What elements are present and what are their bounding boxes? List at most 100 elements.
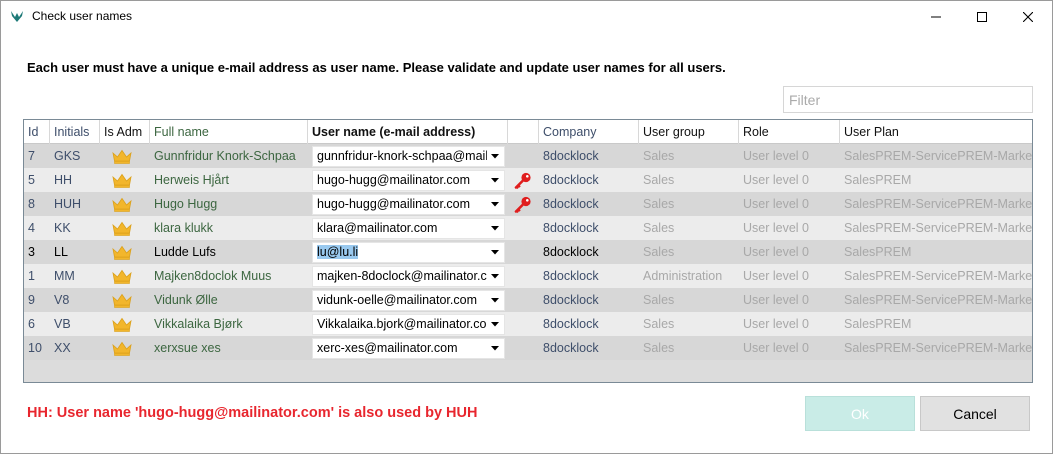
dropdown-button[interactable] [489, 339, 501, 358]
column-header-user-plan[interactable]: User Plan [840, 120, 1032, 144]
cell-is-admin [100, 144, 150, 168]
table-row[interactable]: 1 MM Majken8doclok Muus majken-8doclock@mai… [24, 264, 1032, 288]
table-row[interactable]: 9 V8 Vidunk Ølle vidunk-oelle@mailinator.co… [24, 288, 1032, 312]
cell-user-name: gunnfridur-knork-schpaa@mailinator.com [308, 144, 508, 168]
crown-icon [112, 245, 132, 260]
crown-icon [112, 317, 132, 332]
user-name-value[interactable]: lu@lu.li [317, 243, 487, 262]
dropdown-button[interactable] [489, 147, 501, 166]
user-name-value[interactable]: klara@mailinator.com [317, 219, 487, 238]
cell-id: 6 [28, 317, 35, 331]
column-header-full-name[interactable]: Full name [150, 120, 308, 144]
cell-user-group: Sales [643, 317, 675, 331]
window-title: Check user names [32, 9, 133, 23]
cell-user-plan: SalesPREM-ServicePREM-MarketingPREM [844, 341, 1032, 355]
close-icon [1023, 11, 1033, 22]
column-header-initials[interactable]: Initials [50, 120, 100, 144]
cell-is-admin [100, 288, 150, 312]
user-name-combobox[interactable]: gunnfridur-knork-schpaa@mailinator.com [312, 146, 505, 167]
cell-is-admin [100, 264, 150, 288]
filter-input[interactable] [783, 86, 1033, 113]
cell-warning [508, 336, 539, 360]
cell-user-name: hugo-hugg@mailinator.com [308, 168, 508, 192]
user-name-combobox[interactable]: vidunk-oelle@mailinator.com [312, 290, 505, 311]
cell-role: User level 0 [743, 173, 809, 187]
user-name-value[interactable]: gunnfridur-knork-schpaa@mailinator.com [317, 147, 487, 166]
column-header-company[interactable]: Company [539, 120, 639, 144]
table-row[interactable]: 5 HH Herweis Hjårt hugo-hugg@mailinator.com… [24, 168, 1032, 192]
minimize-button[interactable] [913, 1, 959, 32]
dropdown-button[interactable] [489, 267, 501, 286]
cell-company: 8docklock [543, 245, 599, 259]
user-name-combobox[interactable]: klara@mailinator.com [312, 218, 505, 239]
table-row[interactable]: 10 XX xerxsue xes xerc-xes@mailinator.com 8d… [24, 336, 1032, 360]
cell-role: User level 0 [743, 293, 809, 307]
dropdown-button[interactable] [489, 171, 501, 190]
cell-company: 8docklock [543, 269, 599, 283]
table-row[interactable]: 7 GKS Gunnfridur Knork-Schpaa gunnfridur-kn… [24, 144, 1032, 168]
cell-full-name: Herweis Hjårt [154, 173, 230, 187]
column-header-warning[interactable] [508, 120, 539, 144]
user-name-text: lu@lu.li [317, 245, 359, 259]
user-name-combobox[interactable]: xerc-xes@mailinator.com [312, 338, 505, 359]
maximize-button[interactable] [959, 1, 1005, 32]
user-name-value[interactable]: xerc-xes@mailinator.com [317, 339, 487, 358]
cell-user-group: Sales [643, 341, 675, 355]
close-button[interactable] [1005, 1, 1051, 32]
cell-warning [508, 312, 539, 336]
column-header-is-admin[interactable]: Is Adm [100, 120, 150, 144]
user-name-value[interactable]: hugo-hugg@mailinator.com [317, 171, 487, 190]
column-header-user-name[interactable]: User name (e-mail address) [308, 120, 508, 144]
table-row[interactable]: 6 VB Vikkalaika Bjørk Vikkalaika.bjork@mail… [24, 312, 1032, 336]
cell-company: 8docklock [543, 149, 599, 163]
user-name-value[interactable]: Vikkalaika.bjork@mailinator.com [317, 315, 487, 334]
dropdown-button[interactable] [489, 243, 501, 262]
dropdown-button[interactable] [489, 291, 501, 310]
chevron-down-icon [491, 154, 499, 159]
cell-company: 8docklock [543, 317, 599, 331]
user-name-combobox[interactable]: lu@lu.li [312, 242, 505, 263]
minimize-icon [931, 16, 941, 17]
cell-user-plan: SalesPREM [844, 317, 912, 331]
cell-id: 1 [28, 269, 35, 283]
users-grid: Id Initials Is Adm Full name User name (… [23, 119, 1033, 383]
user-name-combobox[interactable]: majken-8doclock@mailinator.com [312, 266, 505, 287]
cell-user-name: hugo-hugg@mailinator.com [308, 192, 508, 216]
cancel-button[interactable]: Cancel [920, 396, 1030, 431]
cell-user-group: Sales [643, 245, 675, 259]
user-name-value[interactable]: vidunk-oelle@mailinator.com [317, 291, 487, 310]
dropdown-button[interactable] [489, 195, 501, 214]
cell-initials: MM [54, 269, 75, 283]
cell-role: User level 0 [743, 341, 809, 355]
cell-user-plan: SalesPREM-ServicePREM-MarketingPREM [844, 221, 1032, 235]
user-name-text: majken-8doclock@mailinator.com [317, 269, 487, 283]
dropdown-button[interactable] [489, 315, 501, 334]
crown-icon [112, 221, 132, 236]
cell-id: 3 [28, 245, 35, 259]
user-name-combobox[interactable]: hugo-hugg@mailinator.com [312, 170, 505, 191]
chevron-down-icon [491, 322, 499, 327]
cell-id: 4 [28, 221, 35, 235]
crown-icon [112, 149, 132, 164]
cell-is-admin [100, 168, 150, 192]
table-row[interactable]: 8 HUH Hugo Hugg hugo-hugg@mailinator.com 8do… [24, 192, 1032, 216]
column-header-id[interactable]: Id [24, 120, 50, 144]
cell-full-name: Ludde Lufs [154, 245, 216, 259]
cell-user-plan: SalesPREM-ServicePREM-MarketingPREM [844, 197, 1032, 211]
user-name-value[interactable]: majken-8doclock@mailinator.com [317, 267, 487, 286]
column-header-role[interactable]: Role [739, 120, 840, 144]
cell-initials: XX [54, 341, 71, 355]
dropdown-button[interactable] [489, 219, 501, 238]
cell-user-group: Administration [643, 269, 723, 283]
user-name-combobox[interactable]: Vikkalaika.bjork@mailinator.com [312, 314, 505, 335]
chevron-down-icon [491, 274, 499, 279]
column-header-user-group[interactable]: User group [639, 120, 739, 144]
user-name-combobox[interactable]: hugo-hugg@mailinator.com [312, 194, 505, 215]
table-row[interactable]: 4 KK klara klukk klara@mailinator.com 8dockl… [24, 216, 1032, 240]
user-name-value[interactable]: hugo-hugg@mailinator.com [317, 195, 487, 214]
crown-icon [112, 341, 132, 356]
cell-user-group: Sales [643, 197, 675, 211]
table-row[interactable]: 3 LL Ludde Lufs lu@lu.li 8docklock Sales User … [24, 240, 1032, 264]
title-bar[interactable]: Check user names [1, 1, 1052, 32]
ok-button[interactable]: Ok [805, 396, 915, 431]
